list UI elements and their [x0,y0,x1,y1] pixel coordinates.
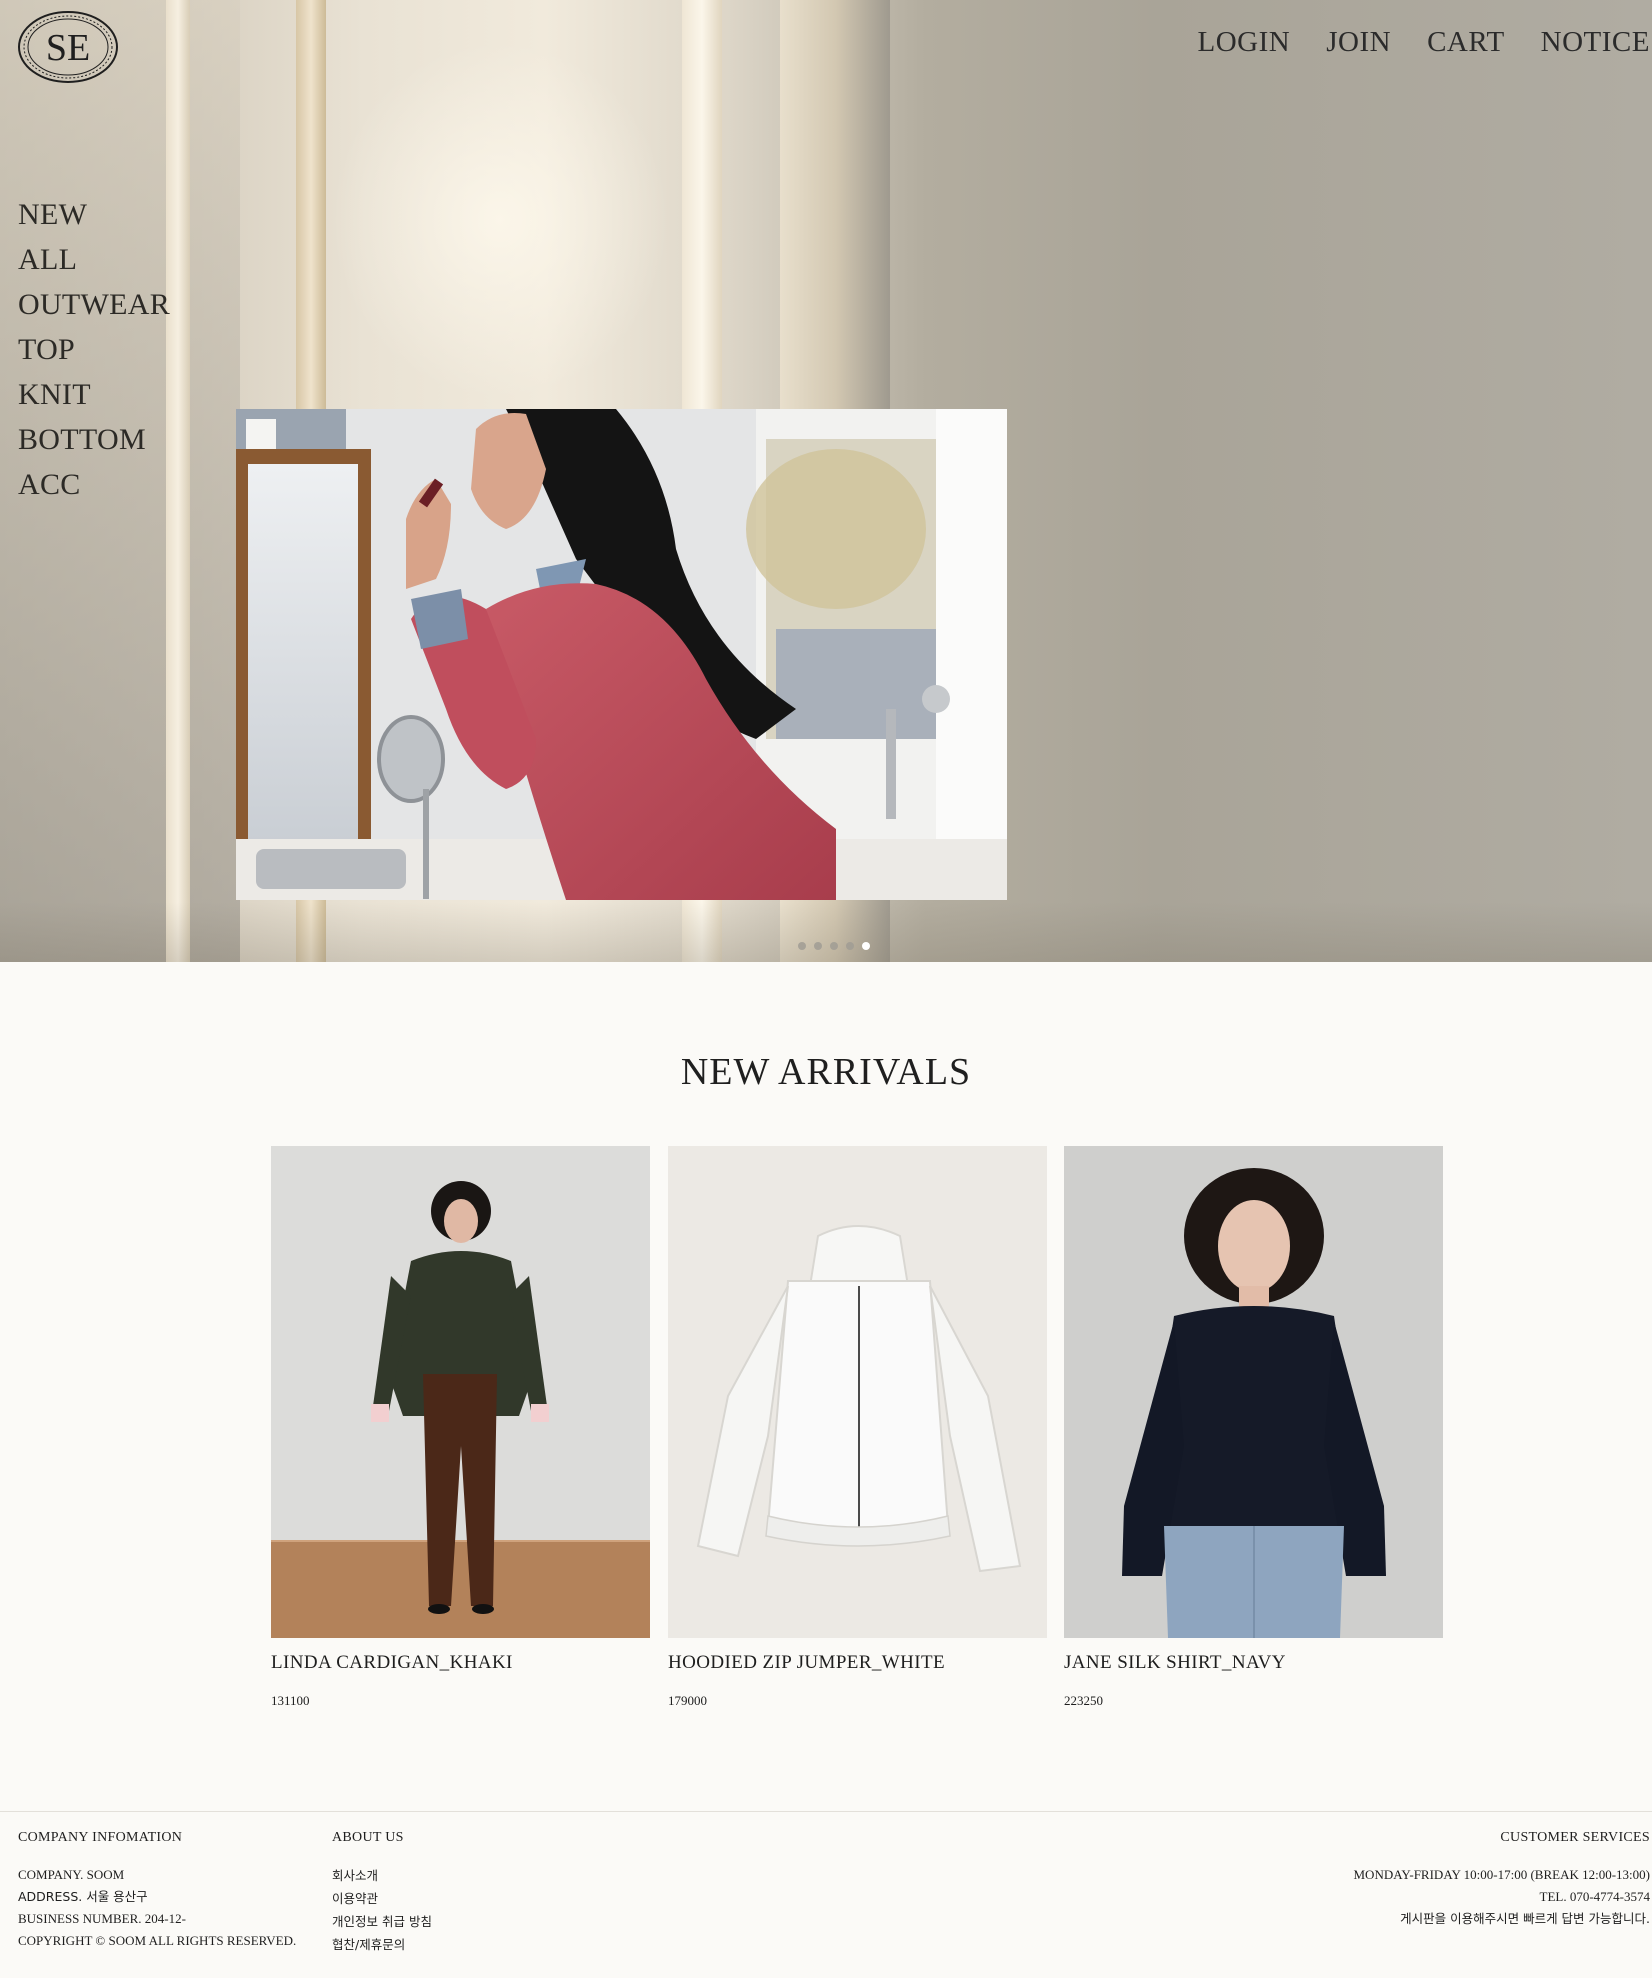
slider-dot[interactable] [798,942,806,950]
category-nav: NEW ALL OUTWEAR TOP KNIT BOTTOM ACC [18,192,170,507]
footer-link-privacy[interactable]: 개인정보 취급 방침 [332,1910,432,1933]
footer-company-info: COMPANY INFOMATION COMPANY. SOOM ADDRESS… [18,1830,296,1952]
product-price: 131100 [271,1693,310,1708]
footer-company-heading: COMPANY INFOMATION [18,1830,183,1845]
category-outwear[interactable]: OUTWEAR [18,282,170,327]
category-all[interactable]: ALL [18,237,170,282]
slider-pagination [798,942,870,950]
monogram-seal-icon: SE [18,11,118,83]
product-image[interactable] [271,1146,650,1638]
footer-copyright: COPYRIGHT © SOOM ALL RIGHTS RESERVED. [18,1933,297,1948]
product-name[interactable]: JANE SILK SHIRT_NAVY [1064,1652,1443,1674]
slider-dot-active[interactable] [862,942,870,950]
product-image[interactable] [668,1146,1047,1638]
hero-light [330,40,670,400]
khaki-cardigan-model-photo [271,1146,650,1638]
category-bottom[interactable]: BOTTOM [18,417,170,462]
brand-logo[interactable]: SE [17,10,119,84]
footer-about-us: ABOUT US 회사소개 이용약관 개인정보 취급 방침 협찬/제휴문의 [332,1830,432,1956]
footer-telephone: TEL. 070-4774-3574 [1539,1889,1650,1904]
hero-banner: SE LOGIN JOIN CART NOTICE NEW ALL OUTWEA… [0,0,1652,962]
footer-board-notice: 게시판을 이용해주시면 빠르게 답변 가능합니다. [1400,1911,1650,1926]
product-price: 223250 [1064,1693,1103,1708]
hero-slide-image[interactable] [236,409,1007,900]
footer-business-hours: MONDAY-FRIDAY 10:00-17:00 (BREAK 12:00-1… [1353,1867,1651,1882]
notice-link[interactable]: NOTICE [1541,26,1650,59]
footer-link-terms[interactable]: 이용약관 [332,1887,432,1910]
product-name[interactable]: HOODIED ZIP JUMPER_WHITE [668,1652,1047,1674]
category-top[interactable]: TOP [18,327,170,372]
footer-customer-heading: CUSTOMER SERVICES [1500,1830,1650,1845]
product-card[interactable]: JANE SILK SHIRT_NAVY 223250 [1064,1146,1443,1709]
navy-silk-shirt-model-photo [1064,1146,1443,1638]
footer-link-company-intro[interactable]: 회사소개 [332,1864,432,1887]
product-card[interactable]: LINDA CARDIGAN_KHAKI 131100 [271,1146,650,1709]
hero-floor-shadow [0,902,1652,962]
join-link[interactable]: JOIN [1326,26,1391,59]
new-arrivals-title: NEW ARRIVALS [680,1051,972,1093]
category-acc[interactable]: ACC [18,462,170,507]
login-link[interactable]: LOGIN [1198,26,1291,59]
footer-company-address: ADDRESS. 서울 용산구 [18,1889,148,1904]
footer-divider [0,1811,1652,1812]
footer-link-partnership[interactable]: 협찬/제휴문의 [332,1933,432,1956]
slider-dot[interactable] [846,942,854,950]
white-zip-jumper-photo [668,1146,1047,1638]
top-nav: LOGIN JOIN CART NOTICE [1198,26,1650,59]
footer-business-number: BUSINESS NUMBER. 204-12- [18,1911,186,1926]
product-card[interactable]: HOODIED ZIP JUMPER_WHITE 179000 [668,1146,1047,1709]
product-name[interactable]: LINDA CARDIGAN_KHAKI [271,1652,650,1674]
slider-dot[interactable] [830,942,838,950]
slider-dot[interactable] [814,942,822,950]
category-knit[interactable]: KNIT [18,372,170,417]
woman-applying-lipstick-photo [236,409,1007,900]
product-price: 179000 [668,1693,707,1708]
footer-about-heading: ABOUT US [332,1830,404,1845]
footer-company-name: COMPANY. SOOM [18,1867,125,1882]
cart-link[interactable]: CART [1427,26,1505,59]
svg-text:SE: SE [46,27,90,69]
product-image[interactable] [1064,1146,1443,1638]
footer-customer-services: CUSTOMER SERVICES MONDAY-FRIDAY 10:00-17… [1354,1830,1651,1930]
category-new[interactable]: NEW [18,192,170,237]
